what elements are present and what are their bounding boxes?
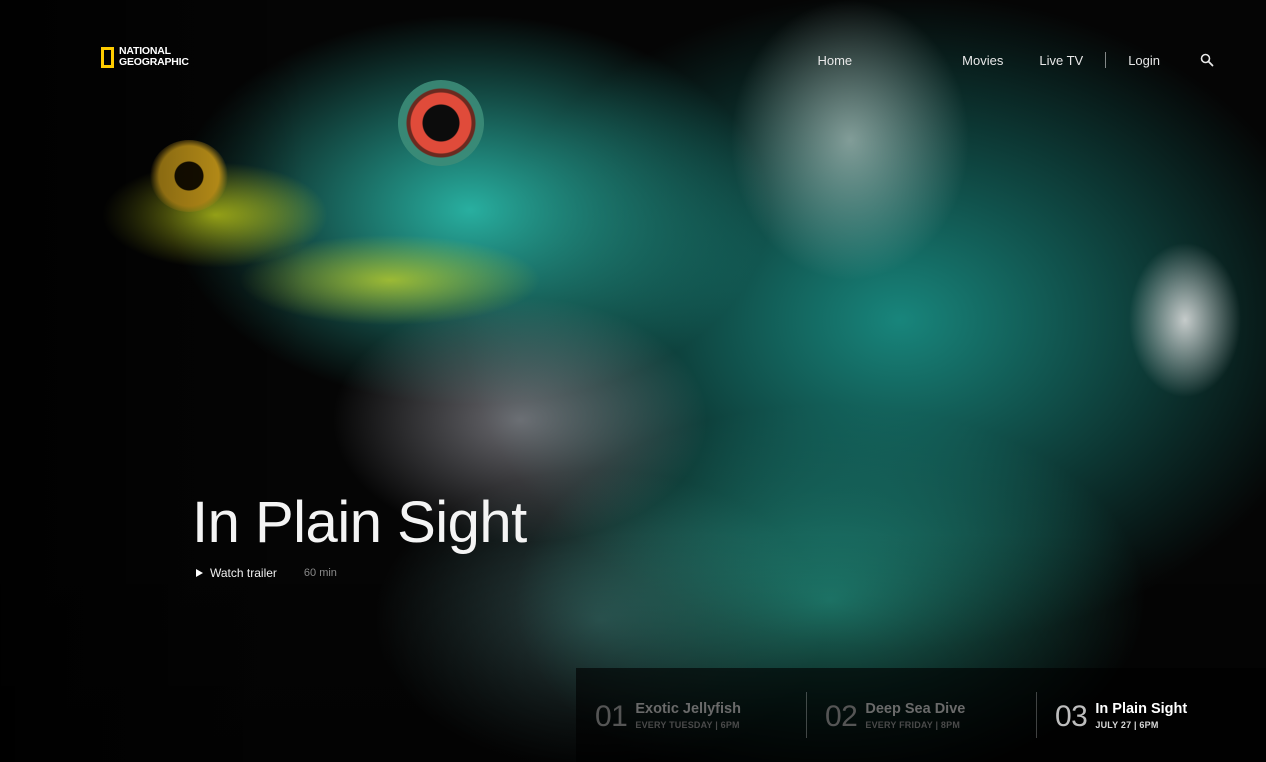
episode-schedule: EVERY TUESDAY | 6PM <box>635 719 740 730</box>
episode-info: In Plain Sight JULY 27 | 6PM <box>1095 701 1187 730</box>
episode-info: Exotic Jellyfish EVERY TUESDAY | 6PM <box>635 701 741 730</box>
logo-wordmark: NATIONAL GEOGRAPHIC <box>119 46 189 68</box>
hero-meta: Watch trailer 60 min <box>196 566 337 580</box>
chameleon-eye <box>398 80 484 166</box>
hero-background-image <box>0 0 1266 762</box>
nav-login[interactable]: Login <box>1128 53 1160 68</box>
yellow-rectangle-icon <box>101 46 114 68</box>
play-icon <box>196 569 203 577</box>
episode-title: Exotic Jellyfish <box>635 700 741 717</box>
episode-schedule: JULY 27 | 6PM <box>1095 719 1159 730</box>
episode-strip: 01 Exotic Jellyfish EVERY TUESDAY | 6PM … <box>576 668 1266 762</box>
main-nav: Home Movies Live TV Login <box>817 50 1214 70</box>
episode-title: In Plain Sight <box>1095 700 1188 717</box>
search-icon[interactable] <box>1200 53 1214 67</box>
national-geographic-logo[interactable]: NATIONAL GEOGRAPHIC <box>101 46 189 68</box>
nav-divider <box>1105 52 1107 68</box>
hero-title: In Plain Sight <box>192 490 527 555</box>
episode-number: 03 <box>1055 700 1088 733</box>
duration-label: 60 min <box>303 567 337 579</box>
episode-number: 02 <box>825 700 858 733</box>
episode-schedule: EVERY FRIDAY | 8PM <box>865 719 961 730</box>
watch-trailer-button[interactable]: Watch trailer <box>196 566 277 580</box>
episode-item-3[interactable]: 03 In Plain Sight JULY 27 | 6PM <box>1036 668 1266 762</box>
episode-number: 01 <box>595 700 628 733</box>
nav-home[interactable]: Home <box>817 53 852 68</box>
logo-line-2: GEOGRAPHIC <box>119 56 189 68</box>
watch-trailer-label: Watch trailer <box>210 566 277 580</box>
episode-info: Deep Sea Dive EVERY FRIDAY | 8PM <box>865 701 965 730</box>
episode-item-2[interactable]: 02 Deep Sea Dive EVERY FRIDAY | 8PM <box>806 668 1036 762</box>
episode-item-1[interactable]: 01 Exotic Jellyfish EVERY TUESDAY | 6PM <box>576 668 806 762</box>
chameleon-nostril <box>150 140 228 212</box>
page: NATIONAL GEOGRAPHIC Home Movies Live TV … <box>0 0 1266 762</box>
nav-movies[interactable]: Movies <box>962 53 1003 68</box>
episode-title: Deep Sea Dive <box>865 700 966 717</box>
nav-live-tv[interactable]: Live TV <box>1039 53 1083 68</box>
